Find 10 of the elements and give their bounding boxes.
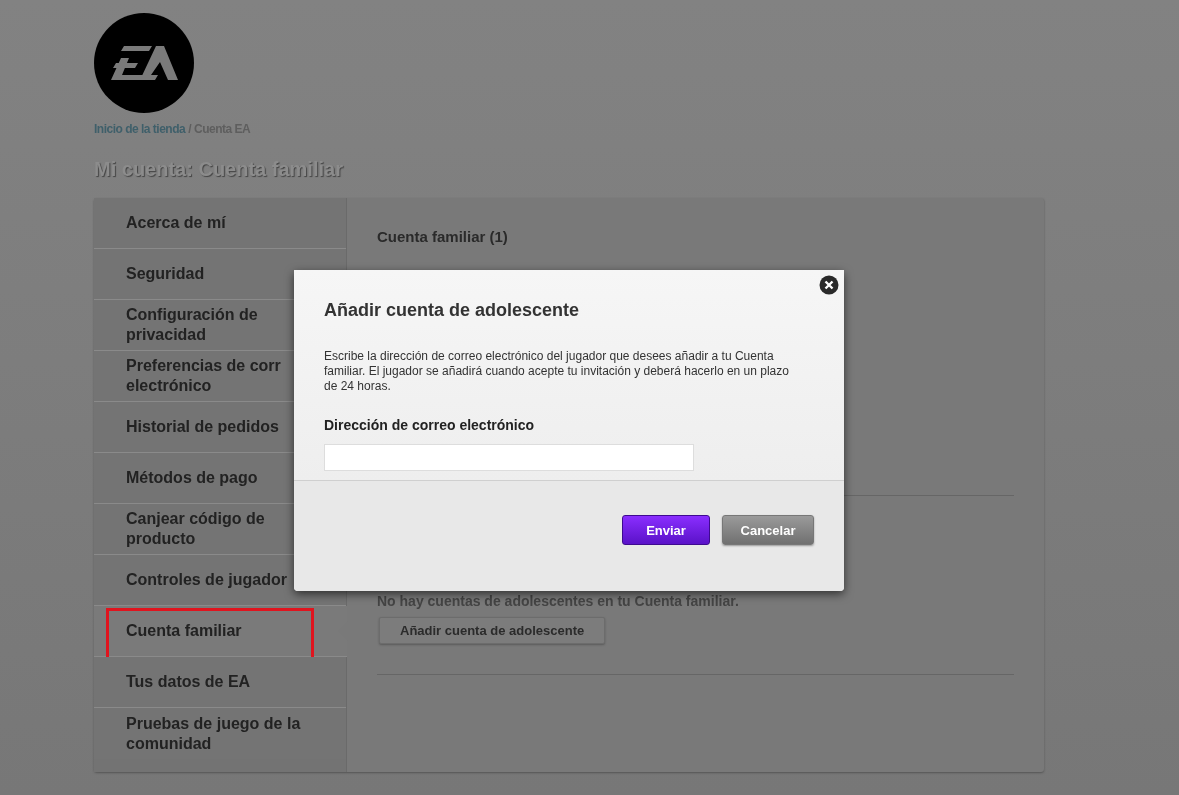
breadcrumb-separator: / <box>188 122 192 136</box>
send-button[interactable]: Enviar <box>622 515 710 545</box>
breadcrumb-link[interactable]: Inicio de la tienda <box>94 122 186 136</box>
sidebar-item[interactable]: Tus datos de EA <box>94 657 346 708</box>
section-heading: Cuenta familiar (1) <box>377 228 509 245</box>
email-field[interactable] <box>324 444 694 471</box>
cancel-button[interactable]: Cancelar <box>722 515 814 545</box>
sidebar-item[interactable]: Cuenta familiar <box>94 606 347 657</box>
logo-icon <box>94 13 194 113</box>
add-teen-button[interactable]: Añadir cuenta de adolescente <box>379 617 606 644</box>
